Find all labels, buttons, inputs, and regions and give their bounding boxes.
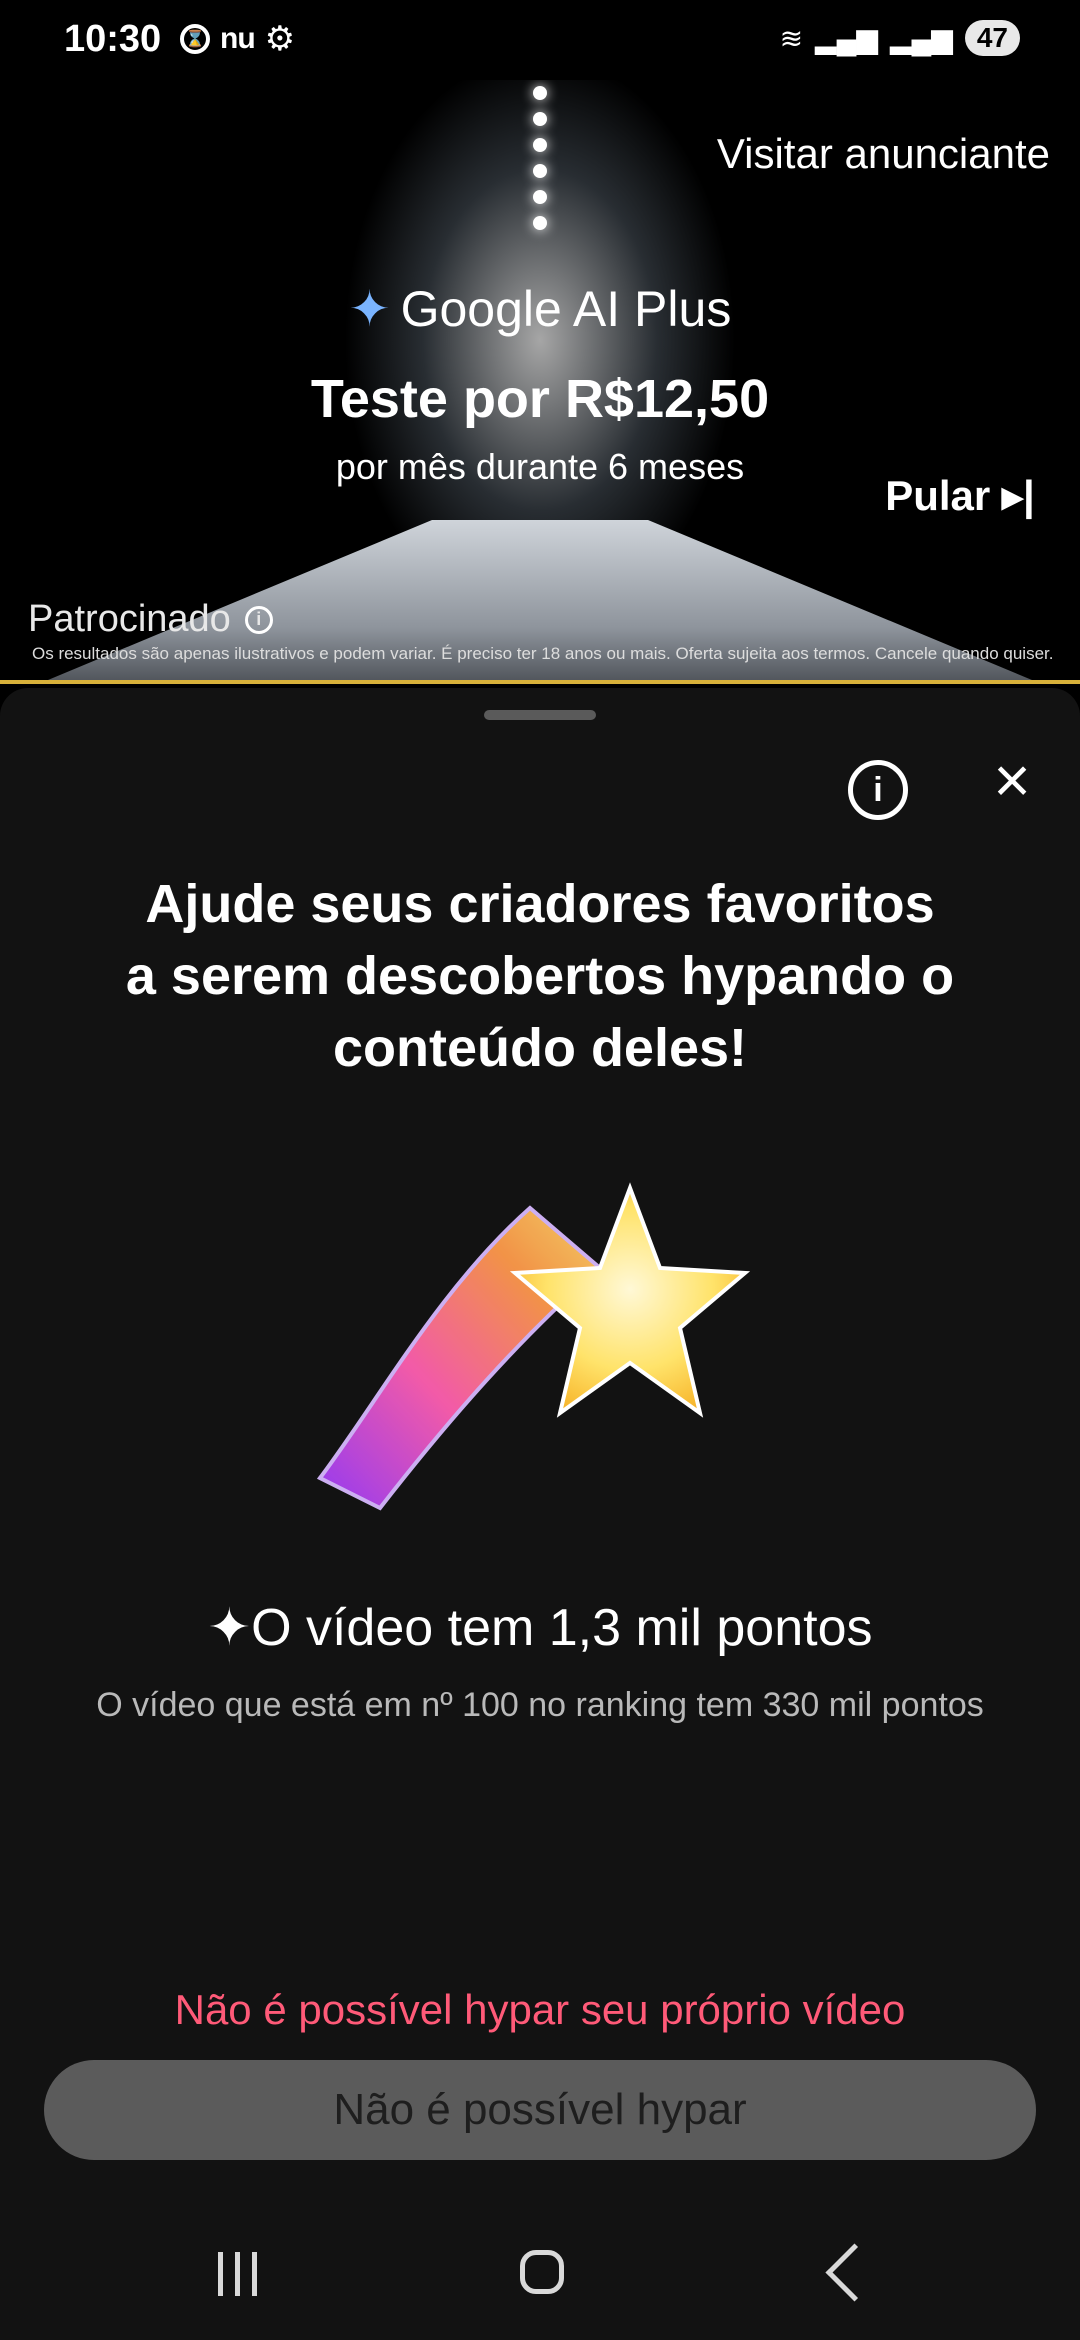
visit-advertiser-link[interactable]: Visitar anunciante bbox=[717, 130, 1050, 178]
gemini-spark-icon: ✦ bbox=[348, 281, 391, 337]
ad-progress-line bbox=[0, 680, 1080, 684]
settings-icon: ⚙ bbox=[264, 20, 296, 58]
ad-offer-title: Teste por R$12,50 bbox=[310, 369, 770, 429]
ad-brand: ✦ Google AI Plus bbox=[0, 280, 1080, 338]
hype-star-icon: ✦ bbox=[207, 1599, 252, 1657]
navigation-bar bbox=[0, 2210, 1080, 2340]
info-button[interactable]: i bbox=[848, 760, 908, 820]
back-icon[interactable] bbox=[825, 2243, 884, 2302]
signal-icon: ▂▄▆ bbox=[815, 22, 878, 54]
alarm-icon: ⌛ bbox=[180, 24, 210, 54]
hype-sheet: i × Ajude seus criadores favoritos a ser… bbox=[0, 688, 1080, 2210]
hype-button[interactable]: Não é possível hypar bbox=[44, 2060, 1036, 2160]
battery-indicator: 47 bbox=[964, 20, 1020, 56]
shooting-star-icon bbox=[300, 1148, 780, 1568]
notification-icons: ⌛ nu ⚙ bbox=[180, 22, 295, 56]
points-label: O vídeo tem 1,3 mil pontos bbox=[251, 1599, 873, 1657]
ad-brand-label: Google AI Plus bbox=[400, 281, 732, 337]
home-icon[interactable] bbox=[520, 2250, 564, 2294]
sheet-title-line3: conteúdo deles! bbox=[332, 1018, 748, 1078]
points-text: ✦O vídeo tem 1,3 mil pontos bbox=[0, 1598, 1080, 1658]
info-icon[interactable]: i bbox=[244, 605, 273, 634]
skip-ad-button[interactable]: Pular ▸| bbox=[860, 440, 1060, 550]
system-icons: ≋ ▂▄▆ ▂▄▆ 47 bbox=[780, 20, 1020, 56]
close-icon[interactable]: × bbox=[980, 748, 1044, 812]
own-video-warning: Não é possível hypar seu próprio vídeo bbox=[174, 1986, 906, 2033]
sheet-title-line1: Ajude seus criadores favoritos bbox=[145, 874, 935, 934]
runway-lights bbox=[533, 86, 547, 256]
signal-icon-2: ▂▄▆ bbox=[889, 22, 953, 54]
wifi-icon: ≋ bbox=[779, 22, 804, 54]
ad-disclaimer: Os resultados são apenas ilustrativos e … bbox=[32, 644, 1054, 663]
status-time: 10:30 bbox=[64, 18, 162, 60]
sheet-title-line2: a serem descobertos hypando o bbox=[125, 946, 955, 1006]
video-ad[interactable]: Visitar anunciante ✦ Google AI Plus Teste… bbox=[0, 80, 1080, 684]
nu-app-icon: nu bbox=[220, 22, 256, 55]
status-bar: 10:30 ⌛ nu ⚙ ≋ ▂▄▆ ▂▄▆ 47 bbox=[0, 0, 1080, 80]
sponsored-label[interactable]: Patrocinado i bbox=[28, 598, 273, 641]
sheet-title: Ajude seus criadores favoritos a serem d… bbox=[60, 868, 1020, 1084]
recent-apps-icon[interactable] bbox=[218, 2252, 268, 2296]
sponsored-text: Patrocinado bbox=[28, 598, 231, 640]
ranking-text: O vídeo que está em nº 100 no ranking te… bbox=[96, 1686, 984, 1724]
drag-handle[interactable] bbox=[484, 710, 596, 720]
